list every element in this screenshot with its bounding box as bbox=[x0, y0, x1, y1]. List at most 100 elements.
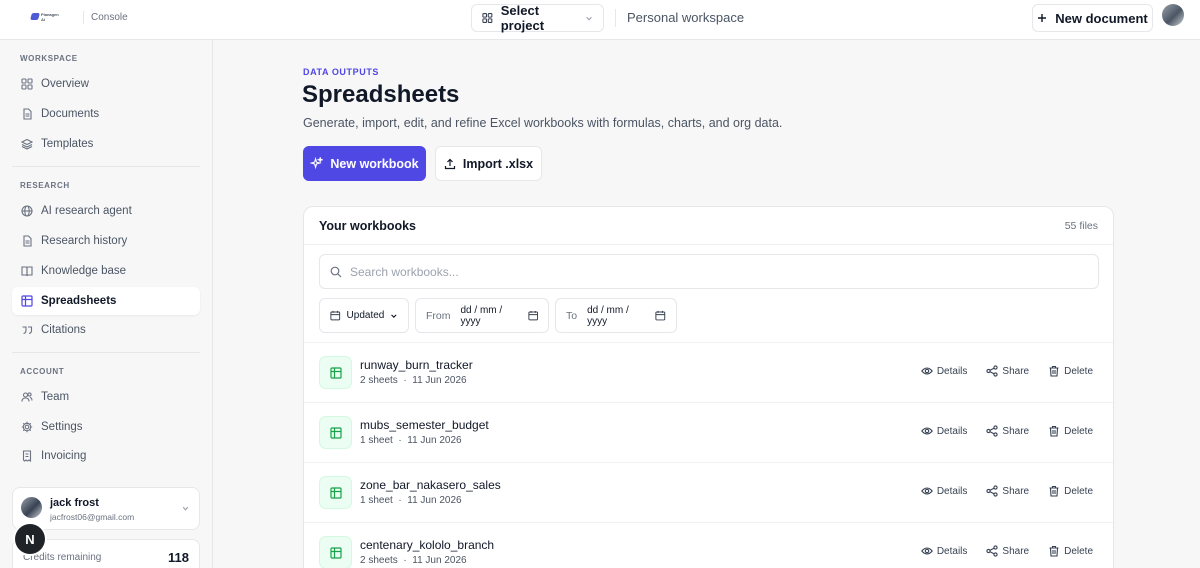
to-date-value: dd / mm / yyyy bbox=[587, 304, 629, 327]
divider bbox=[12, 352, 200, 353]
sidebar-item-overview[interactable]: Overview bbox=[12, 70, 200, 98]
divider bbox=[304, 244, 1113, 245]
eye-icon bbox=[920, 487, 933, 495]
grid-icon bbox=[482, 12, 493, 24]
details-button[interactable]: Details bbox=[920, 485, 967, 497]
avatar bbox=[21, 497, 42, 518]
avatar[interactable] bbox=[1162, 4, 1184, 26]
app-logo[interactable]: Planagen AI bbox=[30, 11, 61, 22]
workbook-meta: 2 sheets · 11 Jun 2026 bbox=[360, 555, 467, 566]
sidebar-item-ai-research-agent[interactable]: AI research agent bbox=[12, 197, 200, 225]
calendar-icon[interactable] bbox=[655, 310, 666, 321]
details-button[interactable]: Details bbox=[920, 365, 968, 377]
new-workbook-button[interactable]: New workbook bbox=[303, 146, 426, 181]
delete-button[interactable]: Delete bbox=[1048, 545, 1093, 557]
details-label: Details bbox=[936, 365, 968, 377]
logo-text: Planagen AI bbox=[40, 11, 59, 22]
share-button[interactable]: Share bbox=[986, 365, 1029, 377]
to-label: To bbox=[566, 309, 578, 322]
sidebar-item-spreadsheets[interactable]: Spreadsheets bbox=[12, 287, 200, 315]
delete-label: Delete bbox=[1064, 485, 1093, 497]
trash-icon bbox=[1049, 485, 1059, 497]
divider bbox=[12, 166, 200, 167]
workbook-name[interactable]: centenary_kololo_branch bbox=[360, 538, 494, 552]
page-title: Spreadsheets bbox=[302, 81, 460, 108]
section-title-workspace: WORKSPACE bbox=[20, 54, 78, 63]
sort-dropdown[interactable]: Updated bbox=[319, 298, 409, 333]
sheet-count: 2 sheets bbox=[360, 555, 398, 566]
user-menu[interactable]: jack frost jacfrost06@gmail.com bbox=[12, 487, 200, 530]
book-icon bbox=[21, 265, 33, 277]
sidebar-item-team[interactable]: Team bbox=[12, 383, 200, 411]
section-title-account: ACCOUNT bbox=[20, 367, 65, 376]
sidebar-item-settings[interactable]: Settings bbox=[12, 413, 200, 441]
sidebar-item-knowledge-base[interactable]: Knowledge base bbox=[12, 257, 200, 285]
table-icon bbox=[21, 295, 33, 307]
new-workbook-label: New workbook bbox=[330, 156, 419, 171]
row-actions: Details Share Delete bbox=[920, 425, 1093, 437]
page-subtitle: Generate, import, edit, and refine Excel… bbox=[303, 116, 783, 130]
sidebar-item-invoicing[interactable]: Invoicing bbox=[12, 442, 200, 470]
plus-icon bbox=[1038, 14, 1047, 22]
delete-button[interactable]: Delete bbox=[1048, 425, 1093, 437]
updated-date: 11 Jun 2026 bbox=[412, 555, 467, 566]
delete-label: Delete bbox=[1064, 365, 1093, 377]
credits-value: 118 bbox=[168, 550, 189, 565]
eye-icon bbox=[920, 427, 933, 435]
eye-icon bbox=[920, 367, 933, 375]
sidebar-item-research-history[interactable]: Research history bbox=[12, 227, 200, 255]
workbooks-panel: Your workbooks 55 files Updated From dd … bbox=[303, 206, 1114, 568]
delete-button[interactable]: Delete bbox=[1048, 365, 1093, 377]
workbook-name[interactable]: mubs_semester_budget bbox=[360, 418, 489, 432]
share-button[interactable]: Share bbox=[986, 425, 1029, 437]
search-input[interactable] bbox=[350, 264, 1050, 279]
workbook-row[interactable]: zone_bar_nakasero_sales 1 sheet · 11 Jun… bbox=[304, 462, 1113, 522]
details-button[interactable]: Details bbox=[920, 425, 967, 437]
import-xlsx-label: Import .xlsx bbox=[462, 156, 534, 171]
sidebar-item-label: Knowledge base bbox=[41, 265, 127, 277]
workbook-name[interactable]: runway_burn_tracker bbox=[360, 358, 473, 372]
import-xlsx-button[interactable]: Import .xlsx bbox=[435, 146, 542, 181]
receipt-icon bbox=[21, 450, 33, 462]
sidebar-item-label: Settings bbox=[41, 421, 83, 433]
details-button[interactable]: Details bbox=[920, 545, 967, 557]
row-actions: Details Share Delete bbox=[920, 485, 1093, 497]
section-title-research: RESEARCH bbox=[20, 181, 70, 190]
user-name: jack frost bbox=[50, 497, 99, 509]
sidebar-item-citations[interactable]: Citations bbox=[12, 316, 200, 344]
share-label: Share bbox=[1002, 545, 1030, 557]
share-icon bbox=[986, 545, 999, 557]
chevron-down-icon bbox=[391, 313, 397, 318]
assistant-badge[interactable]: N bbox=[15, 524, 45, 554]
sidebar-item-label: Spreadsheets bbox=[41, 295, 117, 307]
delete-button[interactable]: Delete bbox=[1048, 485, 1093, 497]
users-icon bbox=[21, 391, 33, 403]
search-icon bbox=[330, 266, 342, 277]
from-date-field[interactable]: From dd / mm / yyyy bbox=[415, 298, 549, 333]
workbooks-title: Your workbooks bbox=[319, 219, 417, 233]
workbook-name[interactable]: zone_bar_nakasero_sales bbox=[360, 478, 501, 492]
sidebar-item-documents[interactable]: Documents bbox=[12, 100, 200, 128]
new-document-button[interactable]: New document bbox=[1032, 4, 1153, 32]
spreadsheet-icon bbox=[319, 356, 352, 389]
share-label: Share bbox=[1002, 365, 1030, 377]
share-button[interactable]: Share bbox=[986, 545, 1029, 557]
console-link[interactable]: Console bbox=[91, 12, 128, 23]
workbook-row[interactable]: mubs_semester_budget 1 sheet · 11 Jun 20… bbox=[304, 402, 1113, 462]
from-date-value: dd / mm / yyyy bbox=[460, 304, 503, 327]
search-box[interactable] bbox=[319, 254, 1099, 289]
share-button[interactable]: Share bbox=[986, 485, 1029, 497]
workbook-row[interactable]: runway_burn_tracker 2 sheets · 11 Jun 20… bbox=[304, 342, 1113, 402]
spreadsheet-icon bbox=[319, 416, 352, 449]
calendar-icon[interactable] bbox=[527, 310, 538, 321]
spreadsheet-icon bbox=[319, 536, 352, 568]
select-project-button[interactable]: Select project bbox=[471, 3, 604, 33]
upload-icon bbox=[444, 158, 456, 169]
sidebar-item-templates[interactable]: Templates bbox=[12, 130, 200, 158]
workspace-label[interactable]: Personal workspace bbox=[627, 10, 744, 25]
sidebar: WORKSPACE Overview Documents Templates R… bbox=[0, 40, 213, 568]
layers-icon bbox=[21, 138, 33, 150]
workbook-row[interactable]: centenary_kololo_branch 2 sheets · 11 Ju… bbox=[304, 522, 1113, 568]
to-date-field[interactable]: To dd / mm / yyyy bbox=[555, 298, 677, 333]
divider bbox=[83, 11, 84, 24]
